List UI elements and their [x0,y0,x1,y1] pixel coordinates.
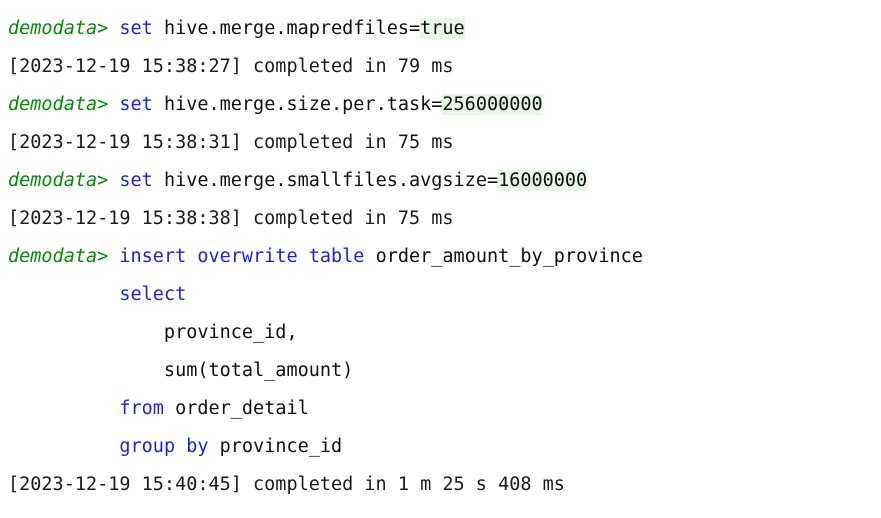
text-token: hive.merge.size.per.task= [152,94,443,115]
console-result-line: [2023-12-19 15:38:31] completed in 75 ms [8,124,454,162]
sql-keyword-token: overwrite [197,246,298,267]
console-command-line: demodata> set hive.merge.size.per.task=2… [8,86,543,124]
sql-keyword-token: group [119,436,176,457]
text-token: province_id, [8,322,298,343]
console-command-line: province_id, [8,314,298,352]
text-token: order_amount_by_province [364,246,643,267]
console-command-line: from order_detail [8,390,309,428]
prompt-label: demodata> [8,94,109,115]
text-token: sum(total_amount) [8,360,354,381]
sql-keyword-token: by [186,436,209,457]
prompt-label: demodata> [8,170,109,191]
sql-keyword-token: set [119,94,153,115]
sql-keyword-token: table [308,246,365,267]
text-token: order_detail [163,398,309,419]
result-text: [2023-12-19 15:38:31] completed in 75 ms [8,132,454,153]
console-command-line: group by province_id [8,428,342,466]
console-result-line: [2023-12-19 15:40:45] completed in 1 m 2… [8,466,565,504]
console-result-line: [2023-12-19 15:38:38] completed in 75 ms [8,200,454,238]
result-text: [2023-12-19 15:38:27] completed in 79 ms [8,56,454,77]
result-text: [2023-12-19 15:38:38] completed in 75 ms [8,208,454,229]
console-command-line: select [8,276,186,314]
text-token: province_id [208,436,343,457]
console-command-line: demodata> insert overwrite table order_a… [8,238,643,276]
result-text: [2023-12-19 15:40:45] completed in 1 m 2… [8,474,565,495]
prompt-label: demodata> [8,18,109,39]
console-command-line: sum(total_amount) [8,352,353,390]
sql-keyword-token: set [119,170,153,191]
console-command-line: demodata> set hive.merge.smallfiles.avgs… [8,162,588,200]
console-command-line: demodata> set hive.merge.mapredfiles=tru… [8,10,465,48]
text-token: hive.merge.smallfiles.avgsize= [152,170,499,191]
sql-console-output[interactable]: demodata> set hive.merge.mapredfiles=tru… [0,0,881,518]
sql-keyword-token: set [119,18,153,39]
sql-keyword-token: select [119,284,187,305]
prompt-label: demodata> [8,246,109,267]
highlighted-value-token: 16000000 [498,170,588,191]
text-token: hive.merge.mapredfiles= [152,18,421,39]
highlighted-value-token: true [420,18,465,39]
highlighted-value-token: 256000000 [442,94,543,115]
console-result-line: [2023-12-19 15:38:27] completed in 79 ms [8,48,454,86]
sql-keyword-token: from [119,398,164,419]
sql-keyword-token: insert [119,246,187,267]
